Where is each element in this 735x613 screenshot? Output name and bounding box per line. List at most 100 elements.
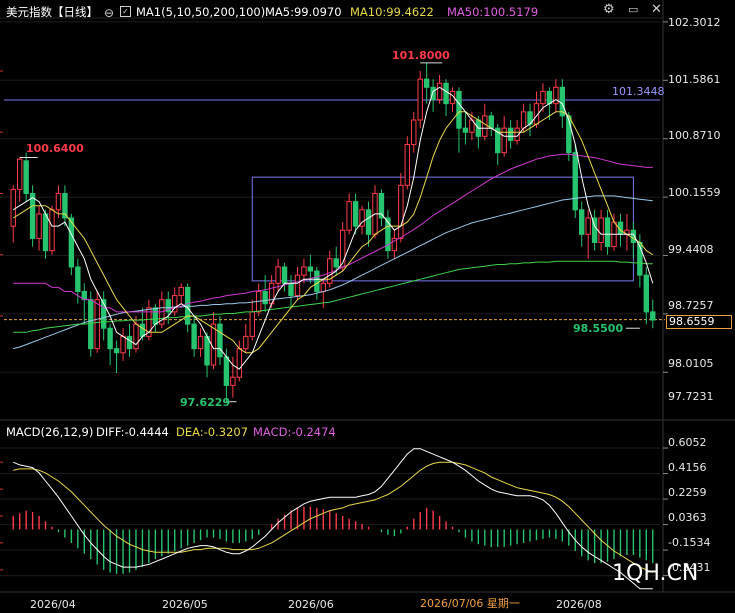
candle-body	[107, 327, 113, 350]
candle-body	[55, 192, 62, 211]
candle-body	[191, 323, 197, 350]
candle-body	[546, 90, 553, 105]
settings-circle-icon[interactable]: ⊖	[104, 7, 114, 19]
candle-body	[352, 201, 359, 227]
candle-body	[398, 184, 404, 239]
candle-body	[404, 143, 410, 186]
candle-body	[204, 335, 210, 366]
candle-body	[75, 266, 81, 292]
candle-body	[339, 229, 346, 268]
candle-body	[443, 82, 449, 105]
candle-body	[152, 307, 159, 325]
checkbox-icon[interactable]: ✓	[120, 6, 131, 17]
candle-body	[488, 115, 494, 129]
macd-histogram-value: MACD:-0.2474	[253, 425, 336, 439]
candle-body	[178, 286, 184, 297]
candle-body	[236, 348, 243, 378]
candle-body	[307, 266, 314, 272]
date-tick: 2026/04	[30, 598, 76, 611]
candle-body	[650, 311, 656, 321]
price-tick: 100.1559	[668, 186, 721, 199]
gear-icon[interactable]: ⚙	[603, 3, 615, 16]
candle-body	[210, 323, 217, 366]
candle-body	[217, 323, 223, 358]
candle-body	[482, 115, 488, 137]
candle-body	[540, 90, 546, 105]
candle-body	[417, 78, 423, 121]
macd-tick: -0.1534	[668, 536, 711, 549]
candle-body	[23, 160, 29, 194]
price-tick: 97.7231	[668, 390, 714, 403]
date-tick: 2026/06	[288, 598, 334, 611]
candle-body	[365, 209, 372, 235]
price-tick: 102.3012	[668, 16, 721, 29]
candle-body	[16, 158, 23, 190]
close-icon[interactable]: ✕	[651, 3, 662, 16]
candle-body	[42, 213, 49, 252]
ma5-line	[12, 86, 654, 370]
candle-body	[314, 270, 320, 292]
candle-body	[579, 209, 585, 235]
macd-dea-value: DEA:-0.3207	[176, 425, 249, 439]
candle-body	[346, 201, 352, 231]
candle-body	[456, 90, 462, 129]
date-tick: 2026/05	[162, 598, 208, 611]
diff-line	[13, 448, 653, 590]
date-tick: 2026/08	[556, 598, 602, 611]
candle-body	[520, 111, 527, 129]
candle-body	[507, 127, 514, 141]
candle-body	[36, 213, 42, 239]
candle-body	[275, 266, 281, 284]
candle-body	[249, 311, 255, 337]
candle-body	[333, 258, 339, 268]
candle-body	[243, 335, 249, 350]
price-tick: 100.8710	[668, 129, 721, 142]
macd-tick: 0.6052	[668, 436, 707, 449]
ma-parameters[interactable]: MA1(5,10,50,200,100)	[136, 5, 265, 19]
candle-body	[572, 152, 578, 211]
macd-tick: 0.0363	[668, 511, 707, 524]
high-label: 101.8000	[392, 49, 450, 62]
chart-title: 美元指数【日线】	[6, 5, 98, 19]
ma5-value: MA5:99.0970	[265, 5, 342, 19]
minimize-icon[interactable]: ▭	[628, 4, 638, 16]
candle-body	[462, 127, 469, 133]
hline-label: 101.3448	[612, 85, 665, 98]
price-tick: 99.4408	[668, 243, 714, 256]
candle-body	[281, 266, 288, 284]
candle-body	[294, 274, 301, 297]
candle-body	[643, 274, 650, 313]
candle-body	[197, 335, 204, 350]
candle-body	[585, 217, 591, 235]
candle-body	[10, 188, 16, 227]
ma200-line	[13, 195, 653, 350]
dea-line	[13, 461, 653, 573]
candle-body	[604, 217, 611, 248]
candle-body	[553, 86, 559, 105]
candle-body	[29, 192, 36, 239]
candle-body	[120, 335, 126, 354]
candle-body	[423, 78, 430, 88]
candle-body	[598, 217, 604, 243]
candle-body	[301, 266, 307, 276]
watermark-logo: 1QH.CN	[612, 561, 699, 586]
macd-diff-value: DIFF:-0.4444	[96, 425, 169, 439]
date-cursor-label: 2026/07/06 星期一	[420, 597, 520, 610]
candle-body	[262, 290, 268, 305]
macd-label[interactable]: MACD(26,12,9)	[6, 425, 93, 439]
recent-low-label: 98.5500	[573, 322, 624, 335]
left-peak-label: 100.6400	[26, 142, 84, 155]
candle-body	[288, 282, 294, 297]
candle-body	[436, 82, 443, 101]
candle-body	[113, 348, 120, 354]
candle-body	[320, 282, 327, 292]
candle-body	[49, 209, 55, 252]
macd-tick: 0.2259	[668, 486, 707, 499]
price-tick: 101.5861	[668, 73, 721, 86]
low-label: 97.6229	[180, 396, 231, 409]
candle-body	[68, 217, 75, 268]
candle-body	[223, 356, 230, 386]
candle-body	[230, 376, 236, 386]
candle-body	[126, 335, 133, 350]
price-tick: 98.7257	[668, 299, 714, 312]
